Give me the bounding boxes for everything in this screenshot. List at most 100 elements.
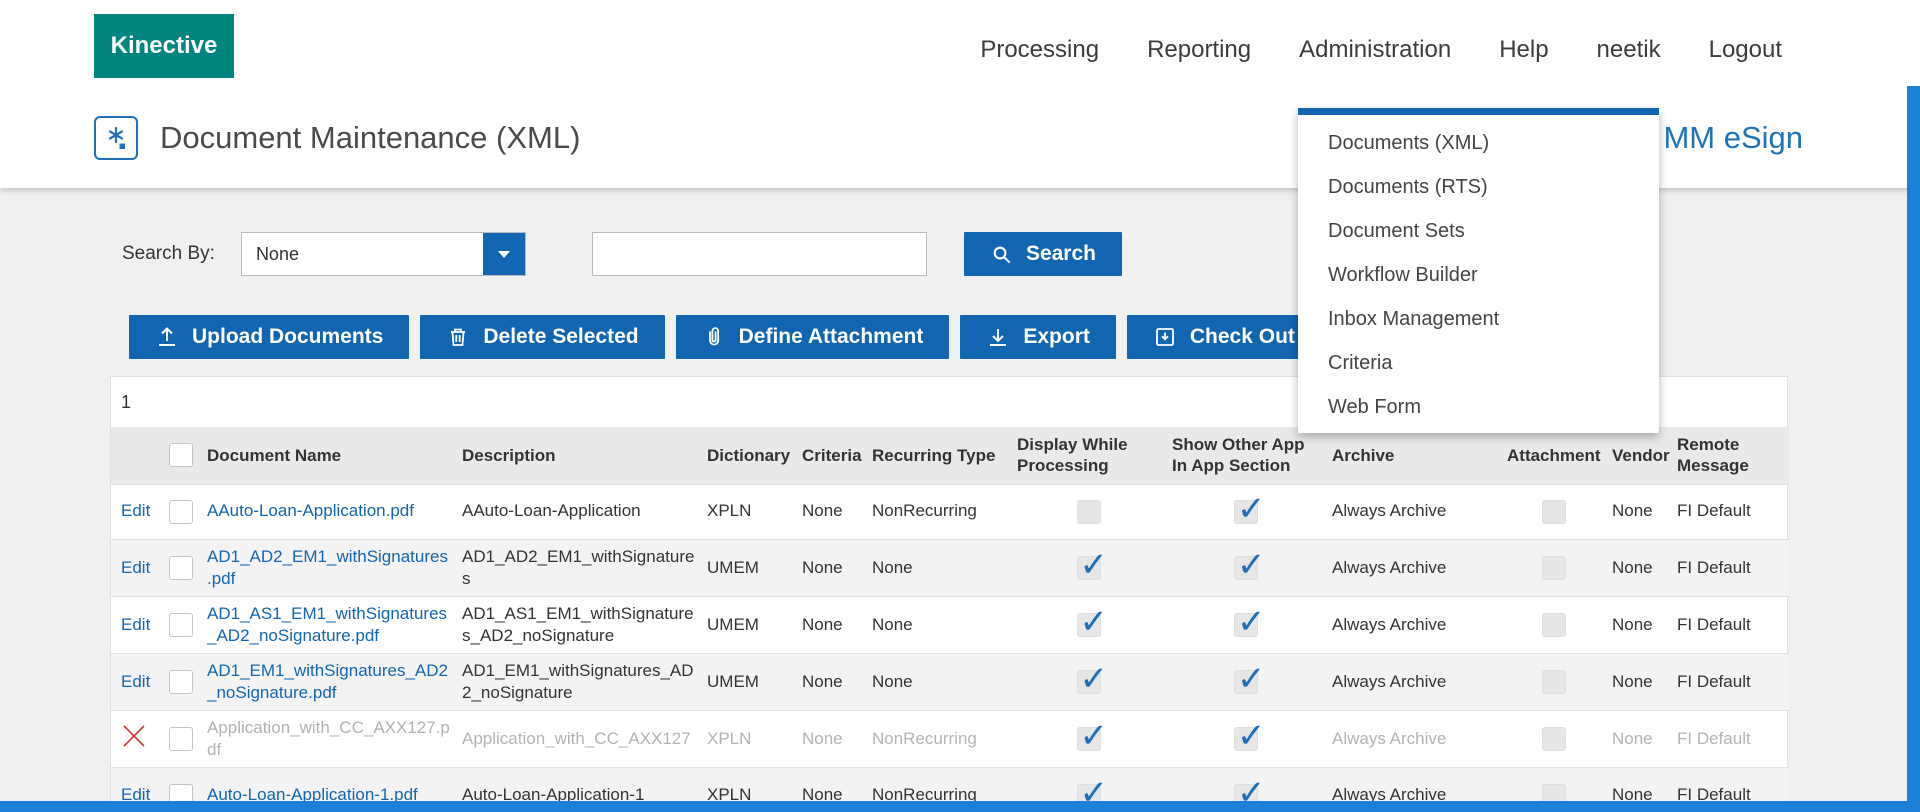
export-button[interactable]: Export bbox=[960, 315, 1116, 359]
column-header-vendor: Vendor bbox=[1606, 427, 1671, 484]
edit-link[interactable]: Edit bbox=[121, 672, 150, 691]
table-row: Edit AD1_AS1_EM1_withSignatures_AD2_noSi… bbox=[111, 596, 1789, 653]
dictionary-text: XPLN bbox=[707, 501, 751, 520]
document-name-link[interactable]: AD1_EM1_withSignatures_AD2_noSignature.p… bbox=[207, 661, 448, 702]
archive-text: Always Archive bbox=[1332, 729, 1446, 748]
nav-logout[interactable]: Logout bbox=[1709, 36, 1782, 64]
vendor-text: None bbox=[1612, 672, 1653, 691]
horizontal-scrollbar[interactable] bbox=[0, 801, 1920, 812]
check-out-button[interactable]: Check Out bbox=[1127, 315, 1321, 359]
selected-option: None bbox=[256, 244, 299, 265]
select-all-checkbox[interactable] bbox=[169, 443, 193, 467]
show-other-app-checkbox[interactable] bbox=[1234, 727, 1258, 751]
description-text: AD1_EM1_withSignatures_AD2_noSignature bbox=[462, 661, 694, 702]
criteria-text: None bbox=[802, 672, 843, 691]
search-button[interactable]: Search bbox=[964, 232, 1122, 276]
button-label: Export bbox=[1023, 325, 1090, 349]
column-header-action bbox=[111, 427, 161, 484]
criteria-text: None bbox=[802, 729, 843, 748]
recurring-type-text: NonRecurring bbox=[872, 501, 977, 520]
edit-link[interactable]: Edit bbox=[121, 558, 150, 577]
edit-link[interactable]: Edit bbox=[121, 501, 150, 520]
brand-text: Kinective bbox=[111, 32, 218, 60]
document-name-link[interactable]: Application_with_CC_AXX127.pdf bbox=[207, 718, 450, 759]
nav-processing[interactable]: Processing bbox=[980, 36, 1099, 64]
menu-item-documents-xml[interactable]: Documents (XML) bbox=[1298, 121, 1659, 165]
upload-icon bbox=[155, 325, 179, 349]
menu-item-document-sets[interactable]: Document Sets bbox=[1298, 209, 1659, 253]
trash-icon bbox=[446, 325, 470, 349]
remote-message-text: FI Default bbox=[1677, 615, 1751, 634]
edit-link[interactable]: Edit bbox=[121, 615, 150, 634]
show-other-app-checkbox[interactable] bbox=[1234, 613, 1258, 637]
row-select-checkbox[interactable] bbox=[169, 670, 193, 694]
display-while-processing-checkbox[interactable] bbox=[1077, 500, 1101, 524]
administration-menu: Documents (XML) Documents (RTS) Document… bbox=[1298, 108, 1659, 433]
column-header-description: Description bbox=[456, 427, 701, 484]
archive-text: Always Archive bbox=[1332, 501, 1446, 520]
row-select-checkbox[interactable] bbox=[169, 556, 193, 580]
search-input[interactable] bbox=[592, 232, 927, 276]
criteria-text: None bbox=[802, 558, 843, 577]
menu-item-documents-rts[interactable]: Documents (RTS) bbox=[1298, 165, 1659, 209]
nav-reporting[interactable]: Reporting bbox=[1147, 36, 1251, 64]
paperclip-icon bbox=[702, 325, 726, 349]
attachment-checkbox[interactable] bbox=[1542, 670, 1566, 694]
description-text: Application_with_CC_AXX127 bbox=[462, 729, 691, 748]
page-number[interactable]: 1 bbox=[121, 392, 131, 413]
documents-card: 1 Document Name Description Dictionary C… bbox=[110, 376, 1788, 812]
table-row: Edit AAuto-Loan-Application.pdf AAuto-Lo… bbox=[111, 484, 1789, 539]
recurring-type-text: NonRecurring bbox=[872, 729, 977, 748]
remove-x-icon[interactable] bbox=[121, 723, 147, 749]
nav-username[interactable]: neetik bbox=[1597, 36, 1661, 64]
menu-item-criteria[interactable]: Criteria bbox=[1298, 341, 1659, 385]
document-name-link[interactable]: AD1_AD2_EM1_withSignatures.pdf bbox=[207, 547, 448, 588]
esign-brand-text: MM eSign bbox=[1663, 120, 1803, 156]
attachment-checkbox[interactable] bbox=[1542, 556, 1566, 580]
menu-item-workflow-builder[interactable]: Workflow Builder bbox=[1298, 253, 1659, 297]
nav-help[interactable]: Help bbox=[1499, 36, 1548, 64]
attachment-checkbox[interactable] bbox=[1542, 500, 1566, 524]
search-row: Search By: None Search bbox=[122, 232, 1122, 276]
vertical-scrollbar[interactable] bbox=[1907, 86, 1920, 801]
show-other-app-checkbox[interactable] bbox=[1234, 670, 1258, 694]
display-while-processing-checkbox[interactable] bbox=[1077, 613, 1101, 637]
remote-message-text: FI Default bbox=[1677, 729, 1751, 748]
nav-administration[interactable]: Administration bbox=[1299, 36, 1451, 64]
attachment-checkbox[interactable] bbox=[1542, 727, 1566, 751]
display-while-processing-checkbox[interactable] bbox=[1077, 556, 1101, 580]
row-select-checkbox[interactable] bbox=[169, 500, 193, 524]
column-header-document-name: Document Name bbox=[201, 427, 456, 484]
define-attachment-button[interactable]: Define Attachment bbox=[676, 315, 950, 359]
display-while-processing-checkbox[interactable] bbox=[1077, 727, 1101, 751]
row-select-checkbox[interactable] bbox=[169, 727, 193, 751]
document-name-link[interactable]: AD1_AS1_EM1_withSignatures_AD2_noSignatu… bbox=[207, 604, 447, 645]
vendor-text: None bbox=[1612, 615, 1653, 634]
menu-item-inbox-management[interactable]: Inbox Management bbox=[1298, 297, 1659, 341]
document-maintenance-icon bbox=[94, 116, 138, 160]
column-header-dictionary: Dictionary bbox=[701, 427, 796, 484]
display-while-processing-checkbox[interactable] bbox=[1077, 670, 1101, 694]
column-header-criteria: Criteria bbox=[796, 427, 866, 484]
delete-selected-button[interactable]: Delete Selected bbox=[420, 315, 664, 359]
document-name-link[interactable]: AAuto-Loan-Application.pdf bbox=[207, 501, 414, 520]
row-select-checkbox[interactable] bbox=[169, 613, 193, 637]
remote-message-text: FI Default bbox=[1677, 558, 1751, 577]
recurring-type-text: None bbox=[872, 672, 913, 691]
kinective-logo[interactable]: Kinective bbox=[94, 14, 234, 78]
menu-item-web-form[interactable]: Web Form bbox=[1298, 385, 1659, 429]
show-other-app-checkbox[interactable] bbox=[1234, 500, 1258, 524]
upload-documents-button[interactable]: Upload Documents bbox=[129, 315, 409, 359]
button-label: Define Attachment bbox=[739, 325, 924, 349]
button-label: Delete Selected bbox=[483, 325, 638, 349]
dictionary-text: UMEM bbox=[707, 615, 759, 634]
page-title: Document Maintenance (XML) bbox=[160, 120, 580, 156]
toolbar: Upload Documents Delete Selected Define … bbox=[129, 315, 1321, 359]
show-other-app-checkbox[interactable] bbox=[1234, 556, 1258, 580]
dictionary-text: UMEM bbox=[707, 558, 759, 577]
button-label: Upload Documents bbox=[192, 325, 383, 349]
chevron-down-icon[interactable] bbox=[483, 233, 525, 275]
archive-text: Always Archive bbox=[1332, 558, 1446, 577]
search-by-select[interactable]: None bbox=[241, 232, 526, 276]
attachment-checkbox[interactable] bbox=[1542, 613, 1566, 637]
